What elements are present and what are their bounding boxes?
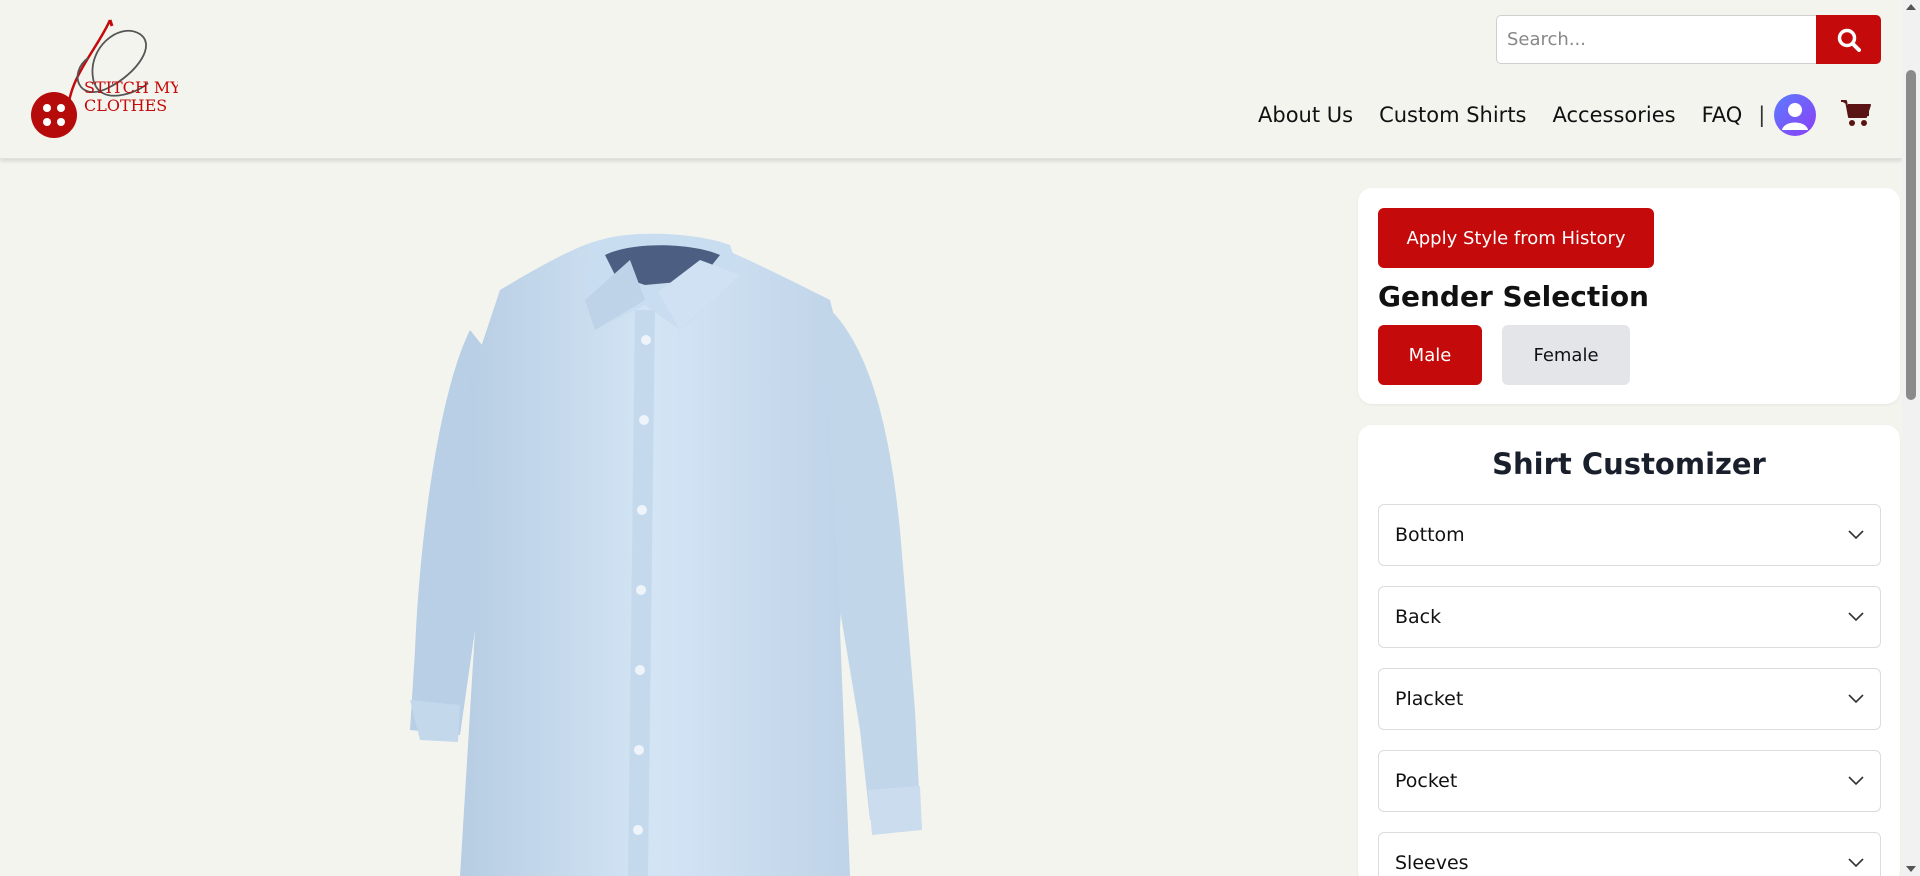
search-bar [1496,15,1881,64]
accordion-label: Placket [1395,688,1464,710]
search-button[interactable] [1816,15,1881,64]
chevron-down-icon [1848,858,1864,868]
accordion-back[interactable]: Back [1378,586,1881,648]
scroll-down-arrow[interactable] [1906,866,1916,872]
site-header: STITCH MY CLOTHES About Us Custom Shirts… [0,0,1902,159]
accordion-placket[interactable]: Placket [1378,668,1881,730]
nav-separator: | [1758,103,1766,127]
nav-accessories[interactable]: Accessories [1553,103,1676,127]
shirt-customizer-panel: Shirt Customizer Bottom Back Placket Poc… [1358,425,1900,876]
chevron-down-icon [1848,776,1864,786]
scroll-thumb[interactable] [1906,70,1916,400]
accordion-sleeves[interactable]: Sleeves [1378,832,1881,876]
accordion-label: Bottom [1395,524,1465,546]
nav-custom-shirts[interactable]: Custom Shirts [1379,103,1526,127]
logo-text-line2: CLOTHES [84,96,167,115]
customizer-title: Shirt Customizer [1492,447,1766,481]
apply-style-history-button[interactable]: Apply Style from History [1378,208,1654,268]
main-nav: About Us Custom Shirts Accessories FAQ | [1258,100,1777,130]
brand-logo[interactable]: STITCH MY CLOTHES [28,18,181,140]
accordion-label: Back [1395,606,1442,628]
gender-panel: Apply Style from History Gender Selectio… [1358,188,1900,404]
chevron-down-icon [1848,530,1864,540]
gender-male-button[interactable]: Male [1378,325,1482,385]
nav-about-us[interactable]: About Us [1258,103,1353,127]
chevron-down-icon [1848,694,1864,704]
cart-icon[interactable] [1840,98,1872,128]
accordion-bottom[interactable]: Bottom [1378,504,1881,566]
shirt-preview-image[interactable] [400,230,940,876]
gender-selection-title: Gender Selection [1378,280,1649,313]
search-icon [1837,28,1861,52]
nav-faq[interactable]: FAQ [1702,103,1743,127]
scroll-up-arrow[interactable] [1906,4,1916,10]
page-scrollbar[interactable] [1902,0,1920,876]
search-input[interactable] [1496,15,1816,64]
chevron-down-icon [1848,612,1864,622]
user-avatar-icon[interactable] [1774,94,1816,136]
accordion-pocket[interactable]: Pocket [1378,750,1881,812]
accordion-label: Pocket [1395,770,1458,792]
gender-female-button[interactable]: Female [1502,325,1630,385]
logo-text-line1: STITCH MY [84,78,178,97]
accordion-label: Sleeves [1395,852,1469,874]
